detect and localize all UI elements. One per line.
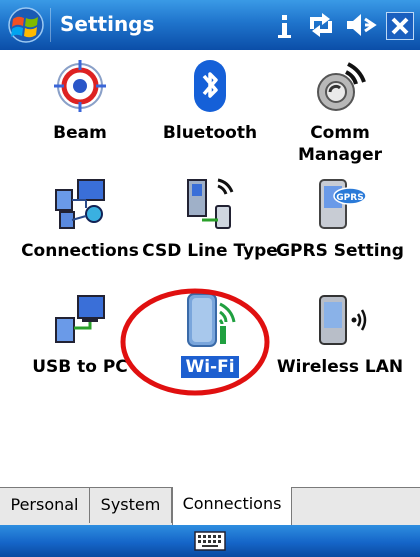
- connectivity-icon[interactable]: [274, 9, 296, 41]
- wireless-lan-icon: [319, 295, 367, 345]
- highlight-ring: [120, 288, 270, 396]
- setting-label: Beam: [53, 123, 107, 143]
- title-separator: [50, 8, 51, 42]
- csd-line-type-icon: [187, 178, 234, 229]
- setting-gprs[interactable]: GPRS GPRS Setting: [270, 176, 410, 262]
- setting-label: CSD Line Type: [142, 241, 278, 261]
- setting-label: Bluetooth: [162, 123, 258, 143]
- svg-text:GPRS: GPRS: [336, 193, 363, 203]
- setting-connections[interactable]: Connections: [10, 176, 150, 262]
- setting-wireless-lan[interactable]: Wireless LAN: [270, 292, 410, 378]
- setting-label: Comm Manager: [297, 123, 383, 165]
- setting-label: Wireless LAN: [276, 357, 404, 377]
- setting-label: GPRS Setting: [276, 241, 404, 261]
- sync-icon[interactable]: [306, 9, 336, 41]
- setting-label: Connections: [21, 241, 139, 261]
- setting-comm-manager[interactable]: Comm Manager: [270, 58, 410, 166]
- softkey-bar: [0, 525, 420, 557]
- tab-personal[interactable]: Personal: [0, 488, 90, 523]
- title-bar: Settings: [0, 0, 420, 50]
- tab-connections[interactable]: Connections: [172, 487, 292, 525]
- page-title: Settings: [60, 12, 155, 36]
- close-icon: [391, 17, 409, 35]
- beam-icon: [54, 60, 106, 112]
- setting-beam[interactable]: Beam: [10, 58, 150, 144]
- volume-icon[interactable]: [344, 9, 378, 41]
- close-button[interactable]: [386, 12, 414, 40]
- setting-bluetooth[interactable]: Bluetooth: [140, 58, 280, 144]
- setting-csd-line-type[interactable]: CSD Line Type: [140, 176, 280, 262]
- tab-system[interactable]: System: [90, 488, 172, 523]
- connections-icon: [55, 179, 105, 229]
- gprs-icon: GPRS: [319, 179, 367, 229]
- windows-start-icon[interactable]: [4, 5, 48, 45]
- bluetooth-icon: [194, 60, 226, 112]
- tab-bar: Personal System Connections: [0, 487, 420, 526]
- comm-manager-icon: [317, 62, 366, 111]
- usb-to-pc-icon: [55, 295, 105, 343]
- keyboard-icon[interactable]: [194, 531, 226, 551]
